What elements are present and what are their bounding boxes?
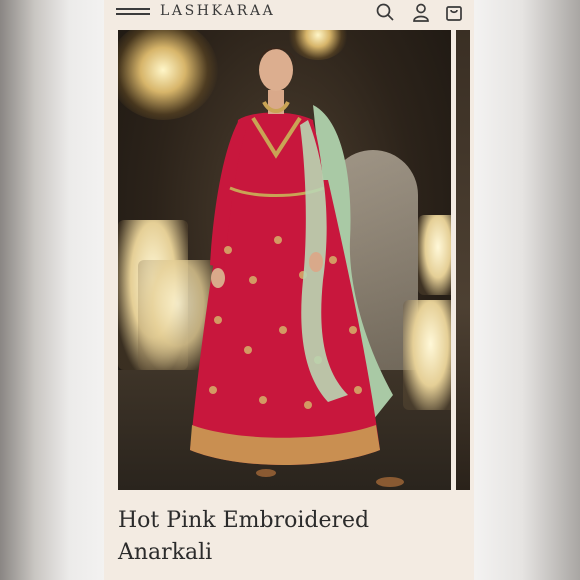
- product-title-line-2: Anarkali: [118, 540, 213, 565]
- search-icon[interactable]: [375, 2, 395, 22]
- phone-screen: LASHKARAA Hot Pink Embroidered Anarkali: [104, 0, 474, 580]
- brand-logo[interactable]: LASHKARAA: [160, 3, 275, 19]
- product-title-line-1: Hot Pink Embroidered: [118, 508, 370, 533]
- hamburger-menu-icon[interactable]: [116, 5, 150, 19]
- model-illustration: [190, 48, 404, 487]
- top-navigation-bar: LASHKARAA: [104, 0, 474, 26]
- user-icon[interactable]: [411, 2, 431, 22]
- product-title: Hot Pink Embroidered Anarkali: [118, 505, 458, 569]
- shopping-bag-icon[interactable]: [444, 2, 464, 22]
- adjacent-image-peek: [456, 30, 470, 490]
- product-image[interactable]: [118, 30, 451, 490]
